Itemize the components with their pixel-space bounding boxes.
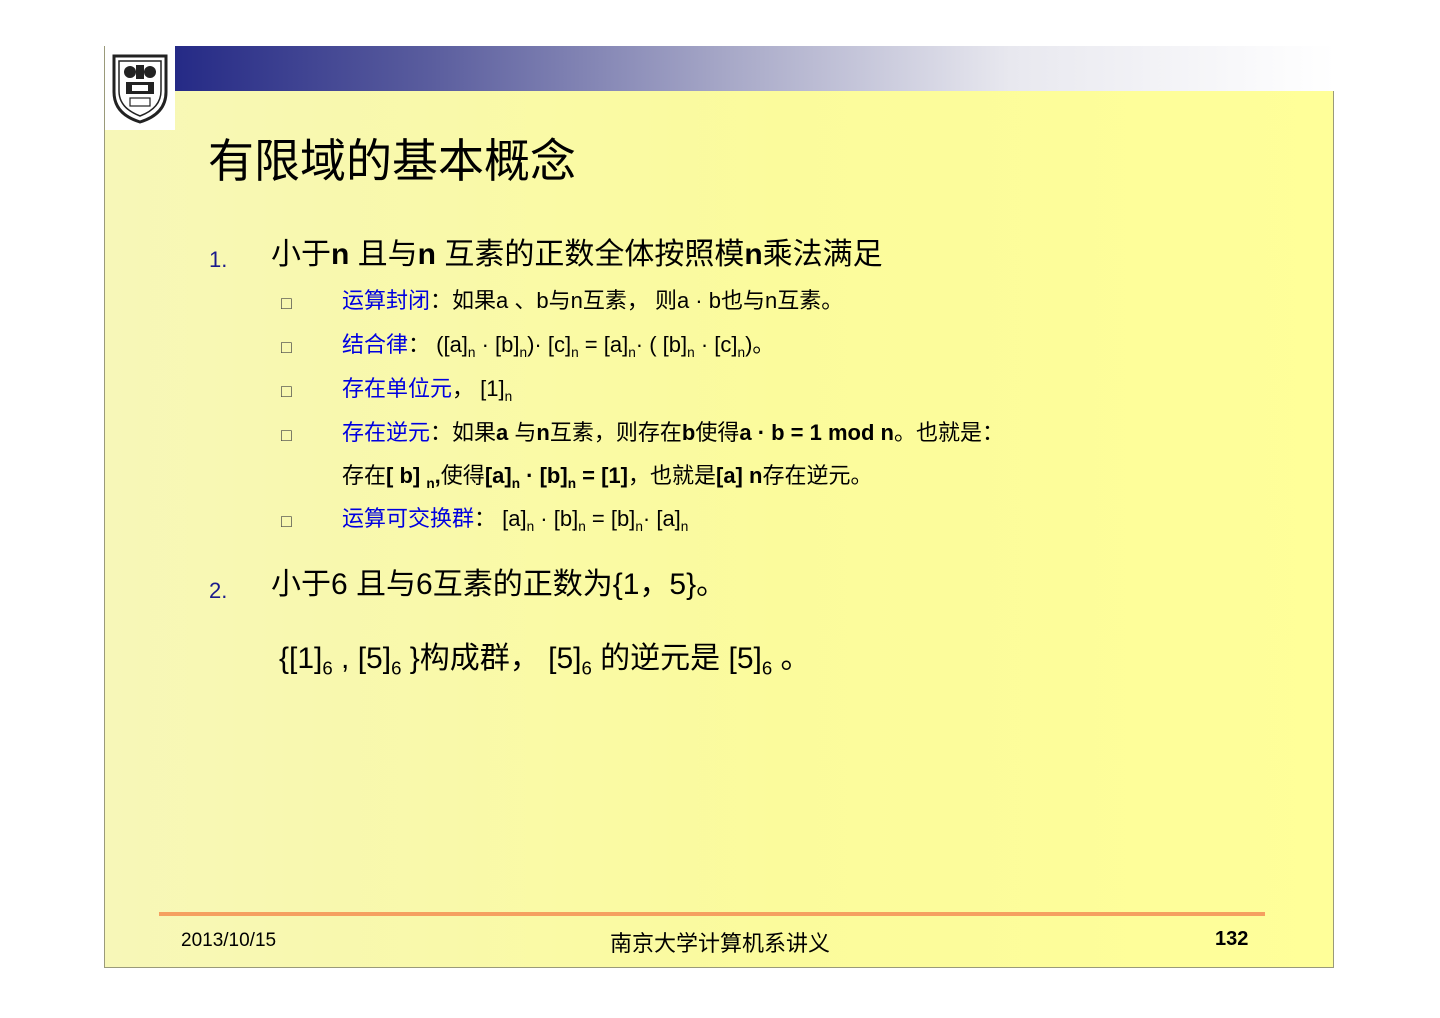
header-banner: [175, 46, 1335, 91]
slide: 有限域的基本概念 1. 小于n 且与n 互素的正数全体按照模n乘法满足 □ 运算…: [104, 46, 1335, 968]
sub-item-identity: 存在单位元， [1]n: [342, 376, 513, 404]
bullet-2: □: [281, 337, 292, 357]
item-1-number: 1.: [209, 247, 228, 272]
item-1-text: 小于n 且与n 互素的正数全体按照模n乘法满足: [271, 238, 883, 271]
item-2-group: {[1]6 , [5]6 }构成群， [5]6 的逆元是 [5]6 。: [279, 642, 811, 679]
page-number: 132: [1215, 928, 1249, 950]
crest-icon: [112, 54, 168, 124]
sub-item-inverse-continued: 存在[ b] n,使得[a]n · [b]n = [1]，也就是[a] n存在逆…: [342, 463, 873, 491]
item-2-text: 小于6 且与6互素的正数为{1，5}。: [271, 568, 727, 601]
footer-divider: [159, 912, 1265, 916]
sub-item-associativity: 结合律： ([a]n · [b]n)· [c]n = [a]n· ( [b]n …: [342, 332, 775, 360]
footer-title: 南京大学计算机系讲义: [609, 932, 830, 957]
item-2-number: 2.: [209, 578, 228, 603]
sub-item-commutative: 运算可交换群： [a]n · [b]n = [b]n· [a]n: [342, 506, 689, 534]
bullet-1: □: [281, 293, 292, 313]
sub-item-inverse: 存在逆元：如果a 与n互素，则存在b使得a · b = 1 mod n。也就是：: [342, 420, 1004, 445]
slide-title: 有限域的基本概念: [208, 134, 576, 188]
bullet-3: □: [281, 381, 292, 401]
bullet-5: □: [281, 511, 292, 531]
sub-item-closure: 运算封闭：如果a 、b与n互素， 则a · b也与n互素。: [342, 288, 844, 313]
bullet-4: □: [281, 425, 292, 445]
university-logo: [105, 46, 175, 130]
